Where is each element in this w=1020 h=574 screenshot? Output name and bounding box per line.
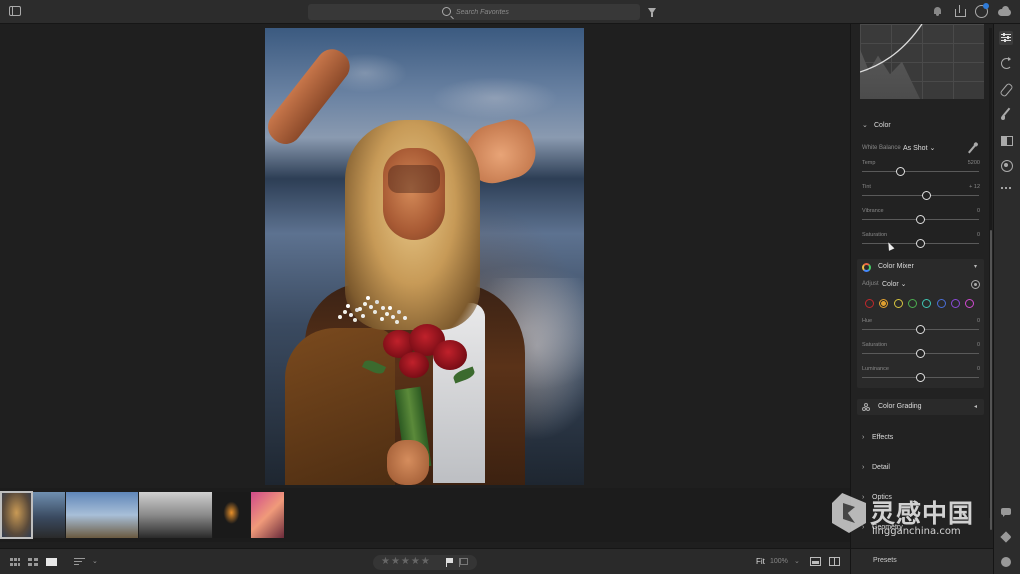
help-icon[interactable] (975, 3, 989, 18)
slider-thumb[interactable] (916, 325, 925, 334)
color-grading-icon (862, 403, 871, 411)
reject-flag-icon[interactable] (459, 558, 468, 567)
filmstrip-thumbnail[interactable] (0, 491, 33, 539)
white-balance-dropdown[interactable]: As Shot ⌄ (903, 144, 935, 152)
color-grading-title[interactable]: Color Grading (878, 403, 922, 410)
slider-thumb[interactable] (916, 215, 925, 224)
slider-track[interactable] (862, 171, 979, 173)
slider-label: Temp (862, 160, 876, 166)
share-icon[interactable] (954, 5, 966, 17)
star-rating[interactable]: ★★★★★ (381, 556, 431, 567)
slider-value[interactable]: 0 (950, 208, 980, 214)
watermark-url: lingganchina.com (872, 526, 961, 537)
white-balance-label: White Balance (862, 145, 901, 151)
compare-icon[interactable] (810, 557, 821, 566)
slider-thumb[interactable] (916, 373, 925, 382)
slider-thumb[interactable] (921, 191, 931, 200)
tone-curve-histogram[interactable] (860, 24, 984, 99)
bell-icon[interactable] (932, 5, 944, 17)
color-wheel-icon (862, 263, 871, 272)
filmstrip-thumbnail[interactable] (33, 492, 65, 538)
fit-zoom-button[interactable]: Fit (756, 557, 765, 566)
crop-rotate-icon[interactable] (999, 56, 1013, 70)
grid-large-icon[interactable] (28, 558, 38, 566)
slider-thumb[interactable] (916, 349, 925, 358)
bottom-toolbar: ⌄ ★★★★★ Fit 100% ⌄ (0, 548, 850, 574)
section-detail[interactable]: › Detail (862, 464, 890, 471)
chevron-right-icon: › (862, 434, 865, 441)
search-bar[interactable] (308, 4, 640, 20)
search-icon (442, 7, 451, 16)
slider-label: Vibrance (862, 208, 884, 214)
adjust-dropdown[interactable]: Color ⌄ (882, 280, 907, 288)
color-swatch[interactable] (936, 299, 946, 308)
panel-scrollbar-thumb[interactable] (990, 230, 992, 530)
adjust-label: Adjust (862, 281, 879, 287)
color-swatch[interactable] (865, 299, 874, 308)
grid-small-icon[interactable] (10, 558, 20, 566)
slider-label: Tint (862, 184, 871, 190)
filmstrip-thumbnail[interactable] (213, 492, 250, 538)
healing-brush-icon[interactable] (999, 82, 1013, 96)
pick-flag-icon[interactable] (446, 558, 454, 567)
sort-icon[interactable] (74, 558, 85, 565)
slider-track[interactable] (862, 195, 979, 197)
watermark: 灵感中国 lingganchina.com (830, 489, 1005, 543)
filter-icon[interactable] (648, 8, 656, 17)
slider-value[interactable]: 0 (950, 366, 980, 372)
presets-button[interactable]: Presets (873, 557, 897, 564)
main-photo[interactable] (265, 28, 584, 485)
slider-value[interactable]: 5200 (950, 160, 980, 166)
slider-value[interactable]: 0 (950, 232, 980, 238)
more-options-icon[interactable] (999, 181, 1013, 195)
cloud-sync-icon[interactable] (998, 5, 1012, 17)
filmstrip-thumbnail[interactable] (251, 492, 284, 538)
section-color[interactable]: ⌄ Color (862, 121, 891, 129)
watermark-logo (832, 493, 866, 533)
radial-gradient-icon[interactable] (999, 158, 1013, 172)
color-mixer-title[interactable]: Color Mixer (878, 263, 914, 270)
filmstrip-thumbnail[interactable] (139, 492, 212, 538)
color-swatch[interactable] (893, 299, 903, 308)
chevron-down-icon[interactable]: ⌄ (92, 557, 98, 565)
slider-thumb[interactable] (916, 239, 925, 248)
single-view-icon[interactable] (46, 558, 57, 566)
split-view-icon[interactable] (829, 557, 840, 566)
filmstrip-thumbnail[interactable] (66, 492, 138, 538)
search-input[interactable] (456, 6, 606, 18)
targeted-adjustment-icon[interactable] (971, 280, 980, 289)
brush-icon[interactable] (999, 107, 1013, 121)
info-icon[interactable] (999, 555, 1013, 569)
slider-label: Luminance (862, 366, 889, 372)
chevron-left-icon[interactable]: ◂ (974, 403, 977, 410)
slider-label: Saturation (862, 342, 888, 348)
edit-sliders-icon[interactable] (999, 31, 1013, 45)
chevron-down-icon[interactable]: ⌄ (794, 557, 800, 565)
slider-label: Hue (862, 318, 873, 324)
filmstrip (0, 488, 850, 542)
tone-curve-line (860, 24, 923, 73)
color-swatch[interactable] (950, 299, 960, 308)
watermark-text: 灵感中国 (870, 499, 975, 528)
rating-flag-bar: ★★★★★ (373, 555, 477, 570)
presets-bar[interactable] (850, 548, 993, 574)
slider-label: Saturation (862, 232, 888, 238)
linear-gradient-icon[interactable] (999, 133, 1013, 147)
toggle-sidebar-icon[interactable] (9, 6, 21, 16)
section-effects[interactable]: › Effects (862, 434, 893, 441)
slider-value[interactable]: 0 (950, 318, 980, 324)
zoom-level[interactable]: 100% (770, 558, 788, 565)
chevron-right-icon: › (862, 464, 865, 471)
chevron-down-icon[interactable]: ▾ (974, 263, 977, 270)
color-swatch[interactable] (907, 299, 917, 308)
slider-value[interactable]: + 12 (950, 184, 980, 190)
chevron-down-icon: ⌄ (862, 122, 868, 129)
top-bar (0, 0, 1020, 24)
slider-value[interactable]: 0 (950, 342, 980, 348)
